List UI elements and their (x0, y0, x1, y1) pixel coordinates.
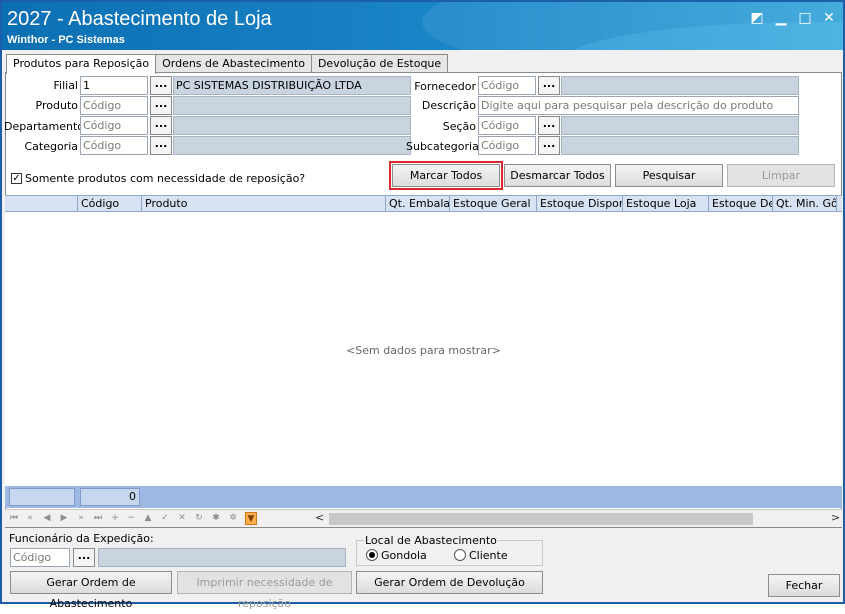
categoria-field[interactable]: Código (80, 136, 148, 155)
maximize-icon[interactable]: □ (797, 10, 813, 26)
tab-ordens-abastecimento[interactable]: Ordens de Abastecimento (155, 54, 312, 73)
column-header-qt-embalagem[interactable]: Qt. Embalag (385, 196, 449, 213)
cancel-edit-icon[interactable]: ✕ (176, 512, 188, 525)
gondola-label: Gondola (381, 549, 427, 562)
delete-record-icon[interactable]: − (125, 512, 137, 525)
tab-produtos-reposicao[interactable]: Produtos para Reposição (6, 54, 157, 74)
funcionario-label: Funcionário da Expedição: (9, 532, 154, 545)
footer-summary-cell (9, 488, 75, 506)
subcategoria-label: Subcategoria (406, 140, 479, 153)
column-header-estoque-deposito[interactable]: Estoque Dep (708, 196, 772, 213)
produto-lookup-button[interactable]: ... (150, 96, 172, 115)
funcionario-lookup-button[interactable]: ... (73, 548, 95, 567)
goto-bookmark-icon[interactable]: ✲ (227, 512, 239, 525)
desmarcar-todos-button[interactable]: Desmarcar Todos (504, 164, 611, 187)
filial-lookup-button[interactable]: ... (150, 76, 172, 95)
produto-field[interactable]: Código (80, 96, 148, 115)
marcar-todos-button[interactable]: Marcar Todos (389, 161, 503, 190)
secao-lookup-button[interactable]: ... (538, 116, 560, 135)
tab-devolucao-estoque[interactable]: Devolução de Estoque (310, 54, 449, 73)
cliente-radio[interactable] (454, 549, 466, 561)
save-bookmark-icon[interactable]: ✱ (210, 512, 222, 525)
somente-necessidade-label: Somente produtos com necessidade de repo… (25, 172, 306, 185)
filial-field[interactable]: 1 (80, 76, 148, 95)
application-window: 2027 - Abastecimento de Loja Winthor - P… (0, 0, 845, 610)
first-page-icon[interactable]: ⏮ (8, 512, 20, 525)
insert-record-icon[interactable]: + (109, 512, 121, 525)
fornecedor-label: Fornecedor (414, 80, 476, 93)
produto-description (173, 96, 411, 115)
limpar-button[interactable]: Limpar (727, 164, 835, 187)
subcategoria-lookup-button[interactable]: ... (538, 136, 560, 155)
fornecedor-lookup-button[interactable]: ... (538, 76, 560, 95)
previous-record-icon[interactable]: ◀ (41, 512, 53, 525)
window-title: 2027 - Abastecimento de Loja (7, 8, 272, 30)
gerar-ordem-devolucao-button[interactable]: Gerar Ordem de Devolução (356, 571, 543, 594)
previous-page-icon[interactable]: « (24, 512, 36, 525)
departamento-field[interactable]: Código (80, 116, 148, 135)
subcategoria-field[interactable]: Código (478, 136, 536, 155)
fornecedor-field[interactable]: Código (478, 76, 536, 95)
departamento-lookup-button[interactable]: ... (150, 116, 172, 135)
funcionario-field[interactable]: Código (10, 548, 70, 567)
produto-label: Produto (35, 99, 78, 112)
horizontal-scrollbar[interactable] (329, 513, 753, 525)
funcionario-description (98, 548, 346, 567)
footer-count-cell: 0 (80, 488, 140, 506)
grid-header: Código Produto Qt. Embalag Estoque Geral… (5, 195, 842, 213)
filial-description: PC SISTEMAS DISTRIBUIÇÃO LTDA (173, 76, 411, 95)
descricao-search-input[interactable]: Digite aqui para pesquisar pela descriçã… (478, 96, 799, 115)
next-record-icon[interactable]: ▶ (58, 512, 70, 525)
post-edit-icon[interactable]: ✓ (159, 512, 171, 525)
secao-field[interactable]: Código (478, 116, 536, 135)
column-header-overflow (836, 196, 842, 213)
close-icon[interactable]: ✕ (821, 10, 837, 26)
tab-strip: Produtos para Reposição Ordens de Abaste… (6, 54, 449, 74)
window-subtitle: Winthor - PC Sistemas (7, 34, 125, 46)
next-page-icon[interactable]: » (75, 512, 87, 525)
filial-label: Filial (53, 79, 79, 92)
gerar-ordem-abastecimento-button[interactable]: Gerar Ordem de Abastecimento (10, 571, 172, 610)
fornecedor-description (561, 76, 799, 95)
refresh-icon[interactable]: ↻ (193, 512, 205, 525)
imprimir-necessidade-button[interactable]: Imprimir necessidade de reposição (177, 571, 352, 610)
departamento-description (173, 116, 411, 135)
categoria-label: Categoria (24, 140, 78, 153)
column-header-estoque-disponivel[interactable]: Estoque Disponív (536, 196, 622, 213)
restore-icon[interactable]: ◩ (749, 10, 765, 26)
scroll-right-icon[interactable]: > (831, 511, 840, 524)
column-header-produto[interactable]: Produto (141, 196, 385, 213)
fechar-button[interactable]: Fechar (768, 574, 840, 597)
window-controls: ◩ ▁ □ ✕ (749, 10, 837, 26)
categoria-lookup-button[interactable]: ... (150, 136, 172, 155)
somente-necessidade-checkbox[interactable]: ✓ (11, 173, 22, 184)
departamento-label: Departamento (4, 120, 85, 133)
filter-icon[interactable]: ▼ (245, 512, 257, 525)
categoria-description (173, 136, 411, 155)
local-abastecimento-label: Local de Abastecimento (364, 534, 498, 547)
column-header-estoque-geral[interactable]: Estoque Geral (449, 196, 536, 213)
subcategoria-description (561, 136, 799, 155)
gondola-radio[interactable] (366, 549, 378, 561)
column-header-qt-min-gondola[interactable]: Qt. Min. Gôr (772, 196, 836, 213)
last-page-icon[interactable]: ⏭ (92, 512, 104, 525)
edit-record-icon[interactable]: ▲ (142, 512, 154, 525)
descricao-label: Descrição (421, 99, 476, 112)
minimize-icon[interactable]: ▁ (773, 10, 789, 26)
pesquisar-button[interactable]: Pesquisar (615, 164, 723, 187)
products-grid[interactable]: <Sem dados para mostrar> (5, 212, 842, 486)
empty-grid-message: <Sem dados para mostrar> (346, 344, 501, 357)
secao-label: Seção (442, 120, 476, 133)
scroll-left-icon[interactable]: < (315, 511, 324, 524)
secao-description (561, 116, 799, 135)
column-header-estoque-loja[interactable]: Estoque Loja (622, 196, 708, 213)
title-bar: 2027 - Abastecimento de Loja Winthor - P… (2, 2, 843, 50)
grid-navigator: ⏮ « ◀ ▶ » ⏭ + − ▲ ✓ ✕ ↻ ✱ ✲ ▼ < > (5, 509, 842, 527)
cliente-label: Cliente (469, 549, 508, 562)
grid-footer: 0 (5, 486, 842, 508)
column-header-codigo[interactable]: Código (77, 196, 141, 213)
